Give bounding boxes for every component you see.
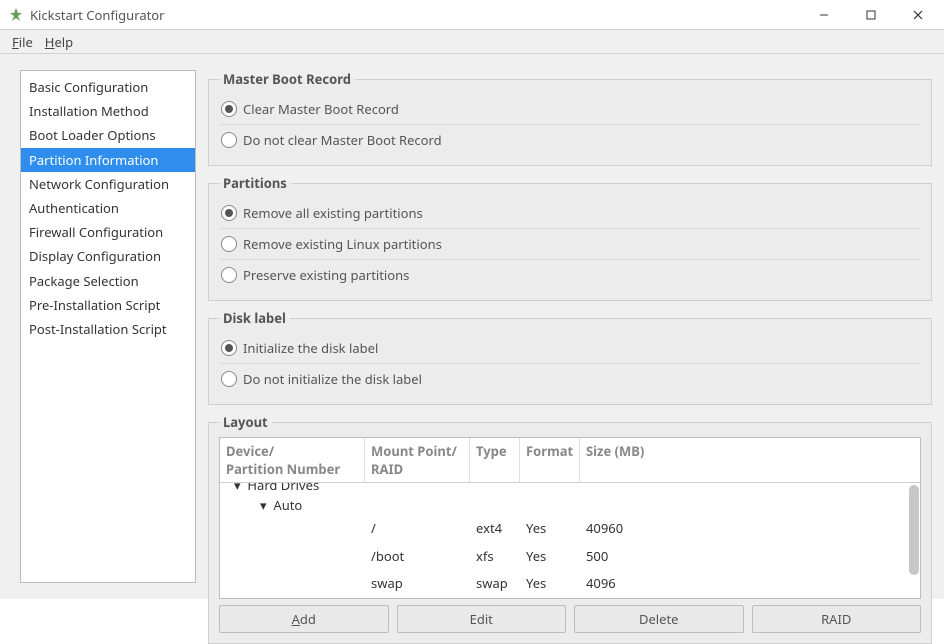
- mbr-noclear-label: Do not clear Master Boot Record: [243, 131, 442, 149]
- mbr-clear-label: Clear Master Boot Record: [243, 100, 399, 118]
- minimize-button[interactable]: [801, 1, 846, 29]
- delete-button[interactable]: Delete: [574, 605, 744, 633]
- close-button[interactable]: [895, 1, 940, 29]
- radio-icon: [221, 205, 237, 221]
- cell-size: 4096: [580, 570, 670, 598]
- disklabel-noinit-row[interactable]: Do not initialize the disk label: [219, 363, 921, 394]
- sidebar-item-basic-configuration[interactable]: Basic Configuration: [21, 75, 195, 99]
- cell-format: Yes: [520, 570, 580, 598]
- disklabel-legend: Disk label: [219, 309, 290, 327]
- sidebar-item-authentication[interactable]: Authentication: [21, 196, 195, 220]
- partitions-preserve-row[interactable]: Preserve existing partitions: [219, 259, 921, 290]
- cell-type: ext4: [470, 515, 520, 543]
- partitions-remove-all-label: Remove all existing partitions: [243, 204, 423, 222]
- workarea: Basic Configuration Installation Method …: [0, 54, 944, 599]
- window-controls: [801, 1, 940, 29]
- menu-help[interactable]: Help: [45, 33, 73, 51]
- chevron-down-icon: ▾: [260, 496, 270, 514]
- tree-auto-label: Auto: [273, 496, 302, 514]
- radio-icon: [221, 236, 237, 252]
- partitions-legend: Partitions: [219, 174, 291, 192]
- sidebar-item-network-configuration[interactable]: Network Configuration: [21, 172, 195, 196]
- partition-table: Device/Partition Number Mount Point/RAID…: [219, 437, 921, 599]
- cell-type: xfs: [470, 543, 520, 571]
- col-size[interactable]: Size (MB): [580, 438, 670, 482]
- radio-icon: [221, 101, 237, 117]
- cell-mount: /boot: [365, 543, 470, 571]
- col-type[interactable]: Type: [470, 438, 520, 482]
- partitions-remove-linux-row[interactable]: Remove existing Linux partitions: [219, 228, 921, 259]
- tree-root-hard-drives[interactable]: ▾ Hard Drives: [220, 483, 920, 495]
- add-button[interactable]: Add: [219, 605, 389, 633]
- sidebar-item-display-configuration[interactable]: Display Configuration: [21, 244, 195, 268]
- layout-buttons: Add Edit Delete RAID: [219, 605, 921, 633]
- raid-button[interactable]: RAID: [752, 605, 922, 633]
- sidebar-item-installation-method[interactable]: Installation Method: [21, 99, 195, 123]
- cell-size: 500: [580, 543, 670, 571]
- mbr-noclear-row[interactable]: Do not clear Master Boot Record: [219, 124, 921, 155]
- edit-button[interactable]: Edit: [397, 605, 567, 633]
- table-row[interactable]: /boot xfs Yes 500: [220, 543, 920, 571]
- radio-icon: [221, 371, 237, 387]
- layout-legend: Layout: [219, 413, 272, 431]
- radio-icon: [221, 132, 237, 148]
- content-panel: Master Boot Record Clear Master Boot Rec…: [208, 70, 932, 583]
- cell-device: [220, 570, 365, 598]
- mbr-group: Master Boot Record Clear Master Boot Rec…: [208, 70, 932, 166]
- cell-format: Yes: [520, 543, 580, 571]
- cell-format: Yes: [520, 515, 580, 543]
- cell-type: swap: [470, 570, 520, 598]
- menubar: File Help: [0, 30, 944, 54]
- sidebar-item-package-selection[interactable]: Package Selection: [21, 269, 195, 293]
- mbr-legend: Master Boot Record: [219, 70, 355, 88]
- maximize-button[interactable]: [848, 1, 893, 29]
- disklabel-init-label: Initialize the disk label: [243, 339, 378, 357]
- sidebar-item-firewall-configuration[interactable]: Firewall Configuration: [21, 220, 195, 244]
- table-header: Device/Partition Number Mount Point/RAID…: [220, 438, 920, 483]
- radio-icon: [221, 340, 237, 356]
- menu-file[interactable]: File: [12, 33, 33, 51]
- sidebar-item-partition-information[interactable]: Partition Information: [21, 148, 195, 172]
- table-row[interactable]: swap swap Yes 4096: [220, 570, 920, 598]
- titlebar: Kickstart Configurator: [0, 0, 944, 30]
- sidebar-item-post-installation-script[interactable]: Post-Installation Script: [21, 317, 195, 341]
- cell-device: [220, 515, 365, 543]
- chevron-down-icon: ▾: [234, 483, 244, 494]
- nav-sidebar: Basic Configuration Installation Method …: [20, 70, 196, 583]
- table-body: ▾ Hard Drives ▾ Auto / ext4 Yes 40960: [220, 483, 920, 598]
- partitions-remove-all-row[interactable]: Remove all existing partitions: [219, 198, 921, 228]
- cell-mount: /: [365, 515, 470, 543]
- col-device[interactable]: Device/Partition Number: [220, 438, 365, 482]
- radio-icon: [221, 267, 237, 283]
- window-title: Kickstart Configurator: [30, 6, 801, 24]
- disklabel-noinit-label: Do not initialize the disk label: [243, 370, 422, 388]
- tree-node-auto[interactable]: ▾ Auto: [220, 495, 920, 515]
- sidebar-item-pre-installation-script[interactable]: Pre-Installation Script: [21, 293, 195, 317]
- partitions-preserve-label: Preserve existing partitions: [243, 266, 409, 284]
- table-row[interactable]: / ext4 Yes 40960: [220, 515, 920, 543]
- layout-group: Layout Device/Partition Number Mount Poi…: [208, 413, 932, 644]
- cell-size: 40960: [580, 515, 670, 543]
- tree-root-label: Hard Drives: [247, 483, 319, 494]
- app-icon: [8, 7, 24, 23]
- disklabel-init-row[interactable]: Initialize the disk label: [219, 333, 921, 363]
- cell-device: [220, 543, 365, 571]
- partitions-group: Partitions Remove all existing partition…: [208, 174, 932, 301]
- cell-mount: swap: [365, 570, 470, 598]
- disklabel-group: Disk label Initialize the disk label Do …: [208, 309, 932, 405]
- col-mount[interactable]: Mount Point/RAID: [365, 438, 470, 482]
- vertical-scrollbar[interactable]: [909, 485, 919, 575]
- sidebar-item-boot-loader-options[interactable]: Boot Loader Options: [21, 123, 195, 147]
- partitions-remove-linux-label: Remove existing Linux partitions: [243, 235, 442, 253]
- mbr-clear-row[interactable]: Clear Master Boot Record: [219, 94, 921, 124]
- col-format[interactable]: Format: [520, 438, 580, 482]
